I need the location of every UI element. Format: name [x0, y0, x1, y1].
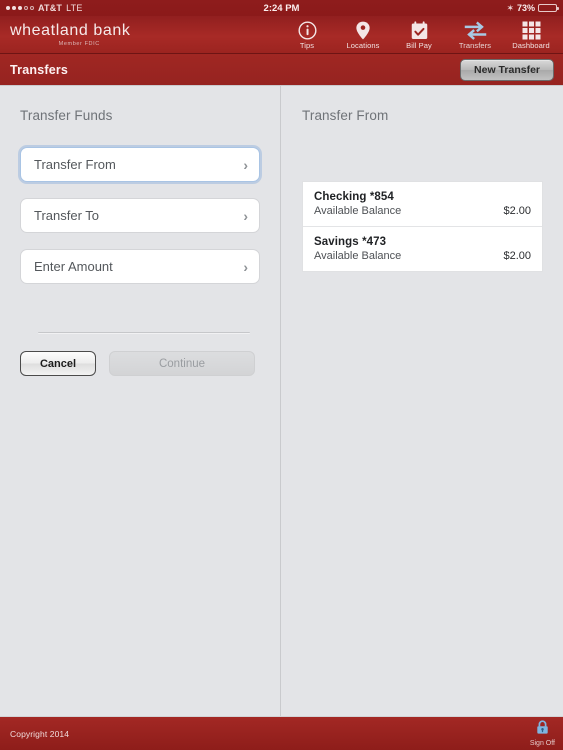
transfer-arrows-icon	[464, 21, 487, 40]
transfer-funds-title: Transfer Funds	[20, 108, 113, 123]
nav-item-bill-pay[interactable]: Bill Pay	[391, 19, 447, 50]
account-name: Checking *854	[314, 191, 394, 203]
enter-amount-label: Enter Amount	[34, 259, 113, 274]
form-divider	[38, 332, 250, 334]
nav-item-locations[interactable]: Locations	[335, 19, 391, 50]
nav-label-tips: Tips	[299, 41, 315, 50]
cancel-button[interactable]: Cancel	[20, 351, 96, 376]
transfer-from-label: Transfer From	[34, 157, 116, 172]
app-header: wheatland bank Member FDIC Tips Location…	[0, 16, 563, 53]
nav-label-locations: Locations	[346, 41, 380, 50]
nav-item-dashboard[interactable]: Dashboard	[503, 19, 559, 50]
chevron-right-icon: ›	[243, 207, 248, 224]
new-transfer-button[interactable]: New Transfer	[460, 58, 554, 81]
account-balance-label: Available Balance	[314, 250, 402, 262]
transfer-funds-panel: Transfer Funds Transfer From › Transfer …	[0, 86, 281, 716]
transfer-to-field[interactable]: Transfer To ›	[20, 198, 260, 233]
bluetooth-icon: ✶	[506, 2, 514, 13]
lock-icon	[536, 720, 549, 740]
clock-label: 2:24 PM	[263, 2, 300, 14]
nav-item-transfers[interactable]: Transfers	[447, 19, 503, 50]
nav-label-transfers: Transfers	[458, 41, 492, 50]
bank-logo: wheatland bank Member FDIC	[10, 21, 131, 47]
transfer-from-panel-title: Transfer From	[302, 108, 389, 123]
form-actions: Cancel Continue	[20, 351, 260, 376]
content-area: Transfer Funds Transfer From › Transfer …	[0, 85, 563, 716]
bank-logo-tagline: Member FDIC	[58, 40, 100, 47]
account-balance-amount: $2.00	[503, 250, 531, 262]
nav-label-dashboard: Dashboard	[512, 41, 550, 50]
list-item[interactable]: Checking *854 Available Balance $2.00	[303, 182, 542, 226]
account-name: Savings *473	[314, 236, 387, 248]
nav-item-tips[interactable]: Tips	[279, 19, 335, 50]
list-item[interactable]: Savings *473 Available Balance $2.00	[303, 226, 542, 271]
info-circle-icon	[297, 21, 317, 40]
sign-off-label: Sign Off	[529, 740, 555, 747]
account-balance-label: Available Balance	[314, 205, 402, 217]
app-footer: Copyright 2014 Sign Off	[0, 716, 563, 750]
status-bar-right: ✶ 73%	[506, 2, 559, 14]
transfer-to-label: Transfer To	[34, 208, 100, 223]
battery-percent-label: 73%	[516, 3, 535, 13]
copyright-label: Copyright 2014	[10, 728, 70, 739]
battery-icon	[538, 4, 559, 12]
page-subheader: Transfers New Transfer	[0, 53, 563, 85]
status-bar: AT&T LTE 2:24 PM ✶ 73%	[0, 0, 563, 16]
enter-amount-field[interactable]: Enter Amount ›	[20, 249, 260, 284]
account-balance-line: Available Balance $2.00	[314, 250, 531, 262]
calendar-check-icon	[411, 21, 428, 40]
account-balance-line: Available Balance $2.00	[314, 205, 531, 217]
continue-button[interactable]: Continue	[109, 351, 255, 376]
page-title: Transfers	[10, 62, 69, 77]
account-list: Checking *854 Available Balance $2.00 Sa…	[302, 181, 543, 272]
chevron-right-icon: ›	[243, 156, 248, 173]
map-pin-icon	[355, 21, 371, 40]
bank-logo-name: wheatland bank	[10, 21, 131, 39]
transfer-form: Transfer From › Transfer To › Enter Amou…	[20, 147, 260, 284]
chevron-right-icon: ›	[243, 258, 248, 275]
transfer-from-panel: Transfer From Checking *854 Available Ba…	[281, 86, 563, 716]
sign-off-button[interactable]: Sign Off	[530, 720, 555, 747]
grid-icon	[522, 21, 541, 40]
transfer-from-field[interactable]: Transfer From ›	[20, 147, 260, 182]
account-balance-amount: $2.00	[503, 205, 531, 217]
nav-label-bill-pay: Bill Pay	[406, 41, 432, 50]
main-nav: Tips Locations Bill Pay Transfers Dashbo…	[279, 19, 559, 50]
